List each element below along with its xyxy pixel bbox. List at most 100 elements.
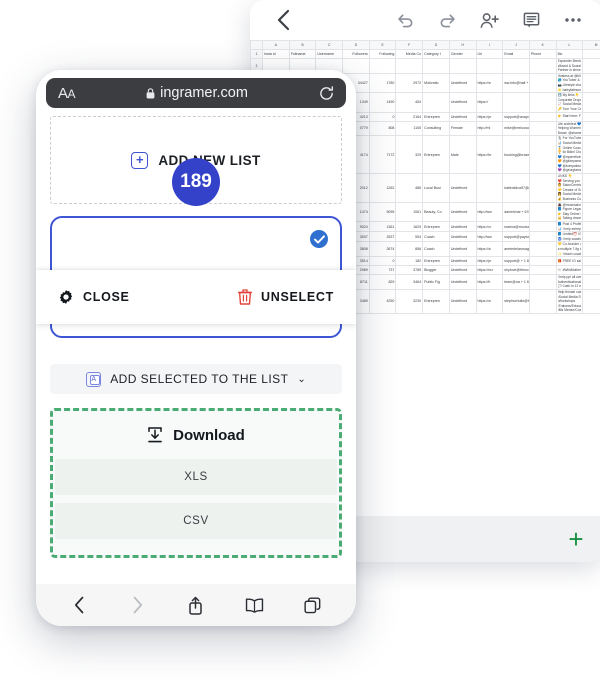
table-cell[interactable] [582,111,600,122]
table-cell[interactable]: https://w [475,241,504,258]
table-cell[interactable]: Life architect 💙 SinceHelping Women Buil… [555,120,584,137]
table-cell[interactable]: Coach [422,231,450,243]
table-cell[interactable]: Help female coaches sc•Social Media Stra… [555,288,584,314]
table-cell[interactable] [528,135,557,175]
table-cell[interactable]: Undefined [448,173,477,203]
column-letter[interactable]: I [475,40,504,50]
table-cell[interactable]: anetedelarosagrap [502,241,530,258]
add-person-icon[interactable] [474,5,504,35]
table-cell[interactable] [582,120,600,137]
table-cell[interactable]: 1262 [368,173,397,203]
table-cell[interactable]: http://ww [475,231,504,243]
table-cell[interactable]: https://w [475,288,504,314]
table-cell[interactable]: Undefined [448,256,477,267]
download-option[interactable]: XLS [55,459,337,495]
table-cell[interactable]: 🎩 @musesalonandspa📘 Figure Legacy Leade👉… [555,201,584,223]
column-letter[interactable]: M [582,40,600,50]
corner-cell[interactable] [250,40,263,50]
table-cell[interactable]: Beauty, Co [422,201,450,223]
table-cell[interactable]: Undefined [448,241,477,258]
comment-icon[interactable] [516,5,546,35]
text-size-button[interactable]: AA [58,85,76,102]
table-cell[interactable] [528,288,557,314]
table-cell[interactable]: 1780 [368,72,397,94]
column-letter[interactable]: K [528,40,557,50]
table-cell[interactable]: 1490 [368,92,397,113]
table-cell[interactable] [528,111,557,122]
table-cell[interactable]: 182 [395,256,424,267]
table-cell[interactable] [528,201,557,223]
table-cell[interactable]: shylove@theocram [502,265,530,276]
table-row[interactable]: 1 Insta id Fullname Username Followers Follow… [250,49,600,59]
table-cell[interactable]: Gender [448,49,477,59]
table-cell[interactable]: mike@meloosocial.co [502,120,530,137]
table-cell[interactable]: Expander Mentor at @tWizard & Social Med… [555,58,584,74]
column-letter[interactable]: H [448,40,477,50]
table-cell[interactable]: Email [502,49,530,59]
table-cell[interactable]: team@na + 1 64641 [502,274,530,290]
column-letter[interactable]: E [368,40,397,50]
undo-icon[interactable] [390,5,420,35]
table-cell[interactable]: 1629 [395,220,424,233]
table-cell[interactable] [422,58,450,74]
table-cell[interactable]: https:// [475,92,504,113]
table-cell[interactable]: 0 [368,111,397,122]
table-cell[interactable]: Entrepren [422,288,450,314]
table-cell[interactable] [582,49,600,59]
table-cell[interactable] [448,58,477,74]
table-cell[interactable]: http://ml [475,120,504,137]
table-cell[interactable]: 🕊️ #WildMother [555,265,584,276]
column-letter[interactable]: A [262,40,290,50]
table-cell[interactable] [475,173,504,203]
table-cell[interactable]: 454 [395,92,424,113]
book-icon[interactable] [237,590,271,620]
table-cell[interactable]: support@anayrosa [502,111,530,122]
table-cell[interactable]: 2972 [395,72,424,94]
table-cell[interactable]: 856 [395,241,424,258]
table-cell[interactable] [582,220,600,233]
table-cell[interactable]: 486 [395,173,424,203]
table-cell[interactable]: https://pr [475,256,504,267]
table-cell[interactable] [528,120,557,137]
table-cell[interactable]: Insta id [262,49,290,59]
close-button[interactable]: CLOSE [58,289,130,305]
table-cell[interactable]: Undefined [448,288,477,314]
table-cell[interactable] [582,201,600,223]
table-cell[interactable] [582,231,600,243]
chevron-left-icon[interactable] [268,5,298,35]
table-cell[interactable]: Following [368,49,397,59]
unselect-button[interactable]: UNSELECT [238,289,334,305]
table-cell[interactable]: booking@brazensusa [502,135,530,175]
table-cell[interactable]: Username [315,49,344,59]
table-cell[interactable]: Category I [422,49,450,59]
table-cell[interactable]: 737 [368,265,397,276]
table-cell[interactable]: Undefined [448,92,477,113]
column-letter[interactable]: J [502,40,530,50]
table-cell[interactable]: Undefined [448,220,477,233]
table-cell[interactable]: 📘 Post 4 Profits 💰 an📊 I help entreprene… [555,220,584,233]
table-cell[interactable]: marina@monsandh [502,220,530,233]
table-cell[interactable] [528,231,557,243]
column-letter[interactable]: C [315,40,344,50]
table-cell[interactable]: 3789 [395,265,424,276]
table-cell[interactable]: Undefined [448,111,477,122]
table-cell[interactable]: danielchai + 678296 [502,201,530,223]
table-cell[interactable] [582,92,600,113]
table-cell[interactable]: support@paytoinfo [502,231,530,243]
add-sheet-button[interactable]: + [550,516,600,562]
table-cell[interactable]: 3464 [395,274,424,290]
table-cell[interactable]: Undefined [448,72,477,94]
table-cell[interactable]: Fullname [288,49,317,59]
table-cell[interactable]: Phone [528,49,557,59]
table-cell[interactable]: 💛 Co-founder @cohena multiple 7-fig busi… [555,241,584,258]
table-cell[interactable]: Coach [422,241,450,258]
table-cell[interactable]: 👉 Start here: FREE Onl [555,111,584,122]
table-cell[interactable]: Public Fig [422,274,450,290]
table-cell[interactable]: 1361 [368,220,397,233]
table-cell[interactable]: 📘 Limited⏰ IG TemplⓂ️ I help coaches & s… [555,231,584,243]
table-cell[interactable]: https://w [475,72,504,94]
table-cell[interactable]: 2537 [368,231,397,243]
table-cell[interactable] [368,58,397,74]
share-icon[interactable] [179,590,213,620]
tabs-icon[interactable] [296,590,330,620]
